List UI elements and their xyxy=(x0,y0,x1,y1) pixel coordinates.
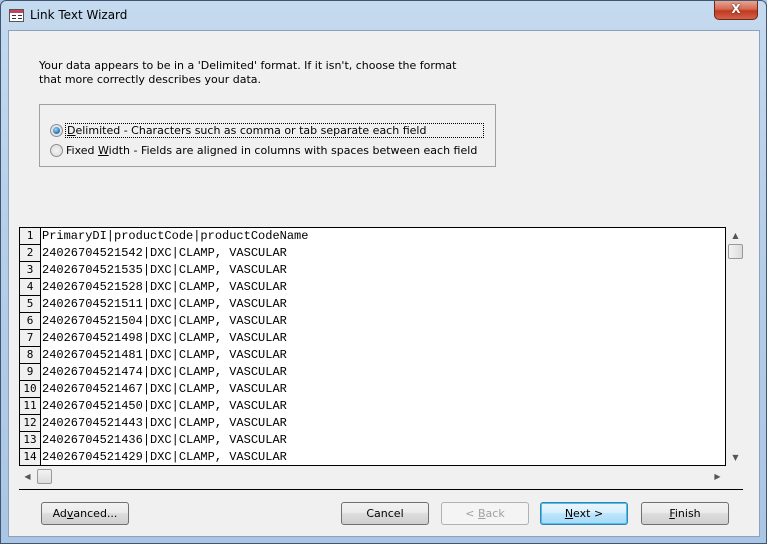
row-text: 24026704521535|DXC|CLAMP, VASCULAR xyxy=(42,263,287,277)
wizard-app-icon xyxy=(9,9,24,22)
back-button[interactable]: < Back xyxy=(441,502,529,525)
row-text: 24026704521467|DXC|CLAMP, VASCULAR xyxy=(42,382,287,396)
scroll-down-arrow-icon[interactable]: ▼ xyxy=(727,449,744,466)
vertical-scroll-thumb[interactable] xyxy=(728,244,743,259)
close-icon: X xyxy=(731,2,741,16)
row-number: 7 xyxy=(20,330,41,347)
row-number: 6 xyxy=(20,313,41,330)
row-text: 24026704521528|DXC|CLAMP, VASCULAR xyxy=(42,280,287,294)
intro-text: Your data appears to be in a 'Delimited'… xyxy=(39,59,457,86)
row-text: 24026704521498|DXC|CLAMP, VASCULAR xyxy=(42,331,287,345)
row-text: 24026704521474|DXC|CLAMP, VASCULAR xyxy=(42,365,287,379)
scroll-left-arrow-icon[interactable]: ◀ xyxy=(19,468,36,485)
row-number: 8 xyxy=(20,347,41,364)
radio-fixed-width-label[interactable]: Fixed Width - Fields are aligned in colu… xyxy=(66,144,477,157)
preview-row: 6 24026704521504|DXC|CLAMP, VASCULAR xyxy=(20,313,725,330)
preview-row: 11 24026704521450|DXC|CLAMP, VASCULAR xyxy=(20,398,725,415)
row-text: 24026704521450|DXC|CLAMP, VASCULAR xyxy=(42,399,287,413)
row-number: 1 xyxy=(20,228,41,245)
cancel-button[interactable]: Cancel xyxy=(341,502,429,525)
preview-row: 2 24026704521542|DXC|CLAMP, VASCULAR xyxy=(20,245,725,262)
row-number: 3 xyxy=(20,262,41,279)
next-button[interactable]: Next > xyxy=(540,502,628,525)
row-text: 24026704521429|DXC|CLAMP, VASCULAR xyxy=(42,450,287,464)
close-button[interactable]: X xyxy=(714,1,758,20)
button-separator xyxy=(19,489,743,490)
preview-row: 14 24026704521429|DXC|CLAMP, VASCULAR xyxy=(20,449,725,465)
row-text: 24026704521443|DXC|CLAMP, VASCULAR xyxy=(42,416,287,430)
preview-row: 13 24026704521436|DXC|CLAMP, VASCULAR xyxy=(20,432,725,449)
window-title: Link Text Wizard xyxy=(30,8,128,22)
radio-delimited[interactable]: Delimited - Characters such as comma or … xyxy=(50,122,484,138)
preview-row: 7 24026704521498|DXC|CLAMP, VASCULAR xyxy=(20,330,725,347)
horizontal-scroll-thumb[interactable] xyxy=(37,469,52,484)
link-text-wizard-window: Link Text Wizard X Your data appears to … xyxy=(0,0,767,544)
preview-row: 12 24026704521443|DXC|CLAMP, VASCULAR xyxy=(20,415,725,432)
preview-row: 1 PrimaryDI|productCode|productCodeName xyxy=(20,228,725,245)
preview-row: 3 24026704521535|DXC|CLAMP, VASCULAR xyxy=(20,262,725,279)
advanced-button[interactable]: Advanced... xyxy=(41,502,129,525)
row-text: 24026704521511|DXC|CLAMP, VASCULAR xyxy=(42,297,287,311)
preview-row: 5 24026704521511|DXC|CLAMP, VASCULAR xyxy=(20,296,725,313)
row-text: 24026704521481|DXC|CLAMP, VASCULAR xyxy=(42,348,287,362)
row-text: 24026704521504|DXC|CLAMP, VASCULAR xyxy=(42,314,287,328)
vertical-scrollbar[interactable]: ▲ ▼ xyxy=(727,227,744,466)
preview-row: 10 24026704521467|DXC|CLAMP, VASCULAR xyxy=(20,381,725,398)
radio-button-checked-icon[interactable] xyxy=(50,123,63,137)
horizontal-scrollbar[interactable]: ◀ ▶ xyxy=(19,468,726,485)
row-number: 13 xyxy=(20,432,41,449)
preview-row: 4 24026704521528|DXC|CLAMP, VASCULAR xyxy=(20,279,725,296)
row-number: 9 xyxy=(20,364,41,381)
scroll-up-arrow-icon[interactable]: ▲ xyxy=(727,227,744,244)
scroll-right-arrow-icon[interactable]: ▶ xyxy=(709,468,726,485)
row-number: 4 xyxy=(20,279,41,296)
title-bar[interactable]: Link Text Wizard X xyxy=(1,1,766,30)
row-number: 2 xyxy=(20,245,41,262)
finish-button[interactable]: Finish xyxy=(641,502,729,525)
format-option-group: Delimited - Characters such as comma or … xyxy=(39,104,496,167)
wizard-body: Your data appears to be in a 'Delimited'… xyxy=(8,30,760,537)
row-number: 14 xyxy=(20,449,41,465)
preview-row: 9 24026704521474|DXC|CLAMP, VASCULAR xyxy=(20,364,725,381)
row-number: 12 xyxy=(20,415,41,432)
radio-delimited-label[interactable]: Delimited - Characters such as comma or … xyxy=(65,122,484,138)
row-text: 24026704521542|DXC|CLAMP, VASCULAR xyxy=(42,246,287,260)
row-number: 10 xyxy=(20,381,41,398)
row-text: 24026704521436|DXC|CLAMP, VASCULAR xyxy=(42,433,287,447)
row-number: 5 xyxy=(20,296,41,313)
row-number: 11 xyxy=(20,398,41,415)
data-preview-grid[interactable]: 1 PrimaryDI|productCode|productCodeName 2 2… xyxy=(19,227,726,466)
radio-fixed-width[interactable]: Fixed Width - Fields are aligned in colu… xyxy=(50,142,477,158)
preview-row: 8 24026704521481|DXC|CLAMP, VASCULAR xyxy=(20,347,725,364)
radio-button-unchecked-icon[interactable] xyxy=(50,143,63,157)
row-text: PrimaryDI|productCode|productCodeName xyxy=(42,229,309,243)
